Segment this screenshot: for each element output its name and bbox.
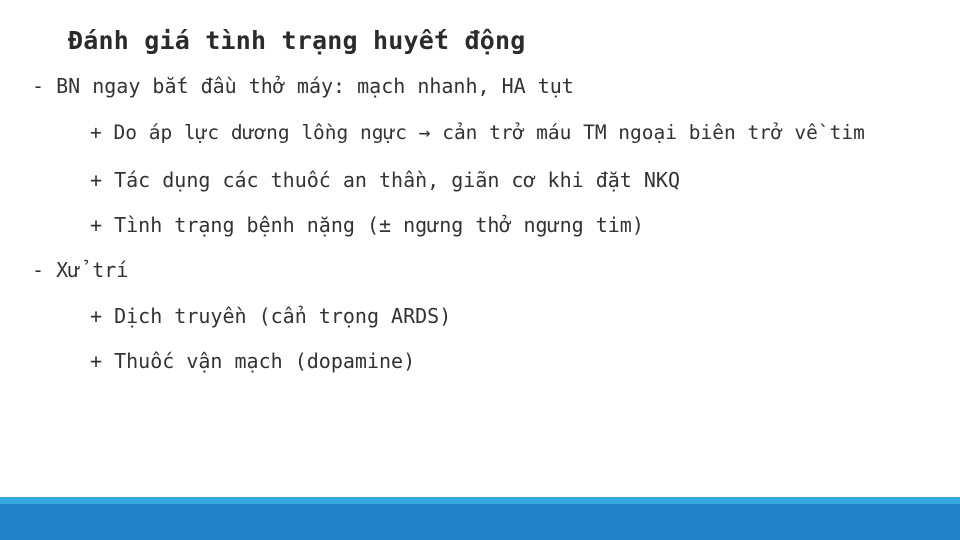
sub-bullet-positive-pressure: + Do áp lực dương lồng ngực → cản trở má… <box>90 121 865 144</box>
sub-bullet-sedatives: + Tác dụng các thuốc an thần, giãn cơ kh… <box>90 168 681 192</box>
sub-bullet-vasopressors: + Thuốc vận mạch (dopamine) <box>90 349 416 373</box>
footer-accent-stripe <box>0 497 960 504</box>
bullet-hemodynamics-onset: - BN ngay bắt đầu thở máy: mạch nhanh, H… <box>32 74 574 98</box>
sub-bullet-fluids: + Dịch truyền (cẩn trọng ARDS) <box>90 304 452 328</box>
footer-bar <box>0 504 960 540</box>
bullet-management: - Xử trí <box>32 258 129 282</box>
sub-bullet-severe-illness: + Tình trạng bệnh nặng (± ngưng thở ngưn… <box>90 213 644 237</box>
slide: Đánh giá tình trạng huyết động - BN ngay… <box>0 0 960 540</box>
slide-title: Đánh giá tình trạng huyết động <box>68 26 526 55</box>
